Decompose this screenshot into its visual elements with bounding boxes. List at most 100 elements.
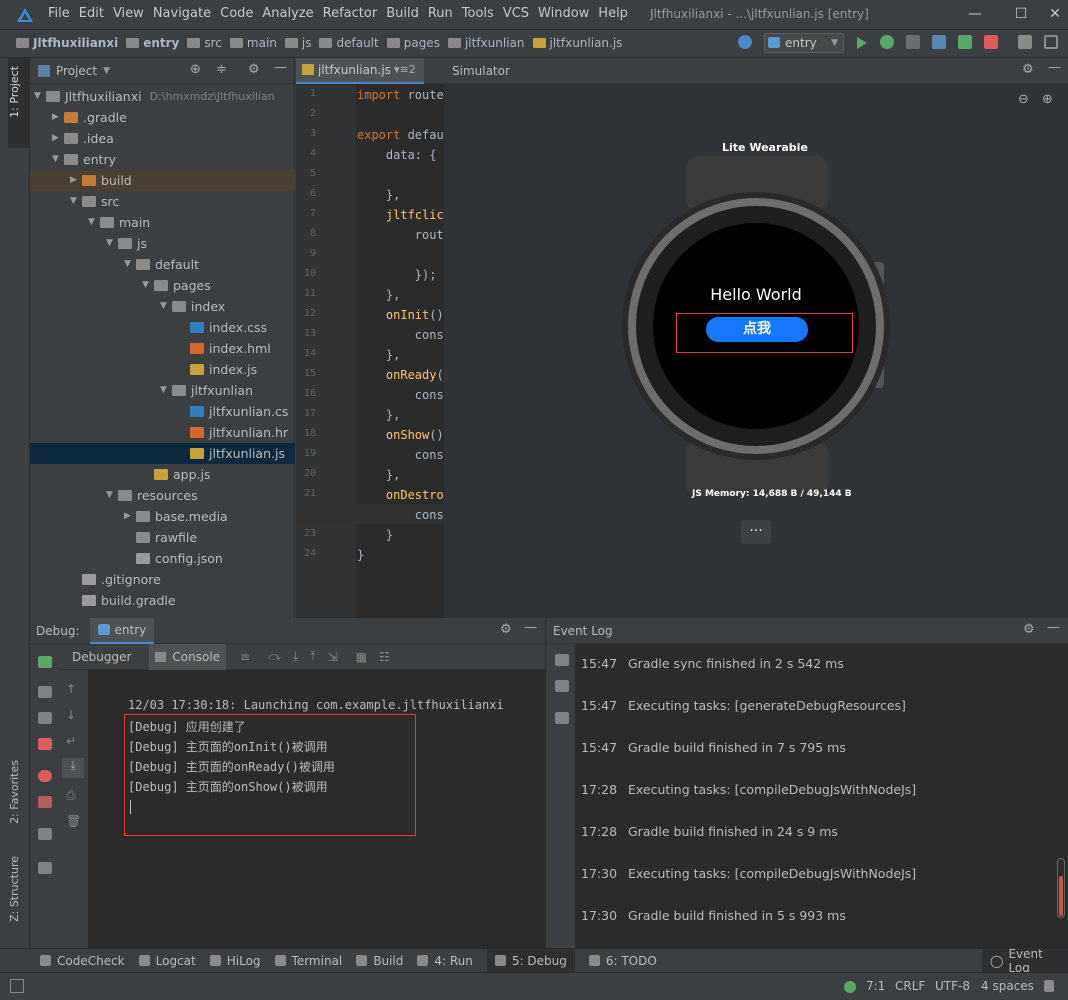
sync-icon[interactable]	[738, 35, 752, 49]
tree-item[interactable]: ▶ build	[30, 170, 295, 191]
menu-icon[interactable]: ≡	[240, 650, 250, 664]
rerun-icon[interactable]	[38, 656, 52, 668]
tree-item[interactable]: .gitignore	[30, 569, 295, 590]
chevron-down-icon[interactable]: ▼	[106, 233, 118, 254]
chevron-right-icon[interactable]: ▶	[52, 128, 64, 149]
tool-4-run[interactable]: 4: Run	[417, 954, 473, 968]
mute-breakpoints-icon[interactable]	[38, 796, 52, 808]
menu-code[interactable]: Code	[220, 6, 253, 21]
chevron-down-icon[interactable]: ▼	[52, 149, 64, 170]
line-separator[interactable]: CRLF	[895, 979, 925, 993]
chevron-down-icon[interactable]: ▼	[124, 254, 136, 275]
run-to-cursor-icon[interactable]: ⇲	[328, 650, 338, 664]
project-structure-icon[interactable]	[1018, 35, 1032, 49]
breadcrumb-item[interactable]: pages	[386, 36, 440, 50]
event-text[interactable]: Executing tasks: [compileDebugJsWithNode…	[628, 866, 916, 881]
tool-codecheck[interactable]: CodeCheck	[40, 954, 125, 968]
profile-icon[interactable]	[932, 35, 946, 49]
pause-icon[interactable]	[38, 712, 52, 724]
breadcrumb-item[interactable]: jltfxunlian.js	[532, 36, 622, 50]
tree-item[interactable]: ▼ main	[30, 212, 295, 233]
tool-6-todo[interactable]: 6: TODO	[588, 954, 657, 968]
menu-tools[interactable]: Tools	[462, 6, 494, 21]
tree-item[interactable]: jltfxunlian.hr	[30, 422, 295, 443]
event-log-content[interactable]: 15:47 Gradle sync finished in 2 s 542 ms 1…	[575, 644, 1068, 948]
tree-item[interactable]: jltfxunlian.cs	[30, 401, 295, 422]
gear-icon[interactable]: ⚙	[248, 62, 260, 77]
step-into-icon[interactable]: ⤓	[293, 649, 298, 664]
event-text[interactable]: Gradle build finished in 7 s 795 ms	[628, 740, 846, 755]
mark-all-read-icon[interactable]	[555, 654, 569, 666]
chevron-down-icon[interactable]: ▼	[160, 380, 172, 401]
tree-item[interactable]: config.json	[30, 548, 295, 569]
soft-wrap-icon[interactable]: ↵	[66, 734, 76, 748]
breadcrumb-item[interactable]: Jltfhuxilianxi	[16, 36, 118, 50]
tree-item[interactable]: index.hml	[30, 338, 295, 359]
indent-setting[interactable]: 4 spaces	[981, 979, 1034, 993]
menu-build[interactable]: Build	[386, 6, 419, 21]
scrollbar[interactable]	[1057, 858, 1065, 918]
lock-icon[interactable]	[1044, 980, 1054, 992]
layout-icon[interactable]	[1044, 35, 1058, 49]
breadcrumb-item[interactable]: src	[187, 36, 222, 50]
maximize-icon[interactable]: ☐	[1012, 6, 1030, 24]
event-text[interactable]: Executing tasks: [compileDebugJsWithNode…	[628, 782, 916, 797]
pin-icon[interactable]	[38, 862, 52, 874]
menu-window[interactable]: Window	[538, 6, 589, 21]
evaluate-icon[interactable]: ▦	[356, 650, 367, 664]
code-area[interactable]: import router export defau data: { }, jlt…	[296, 84, 444, 618]
project-panel-title[interactable]: Project	[56, 64, 97, 78]
trash-icon[interactable]	[555, 680, 569, 692]
tree-item[interactable]: ▶ base.media	[30, 506, 295, 527]
tool-5-debug[interactable]: 5: Debug	[486, 948, 575, 973]
run-icon[interactable]	[856, 36, 868, 50]
tree-item[interactable]: rawfile	[30, 527, 295, 548]
breadcrumb-item[interactable]: js	[284, 36, 311, 50]
step-over-icon[interactable]: ⤼	[268, 649, 281, 664]
chevron-down-icon[interactable]: ▼	[88, 212, 100, 233]
more-options-button[interactable]: ···	[741, 520, 771, 544]
up-icon[interactable]: ↑	[66, 682, 76, 696]
hide-panel-icon[interactable]: —	[274, 60, 287, 75]
menu-file[interactable]: File	[48, 6, 70, 21]
tree-item[interactable]: ▼ js	[30, 233, 295, 254]
tree-item[interactable]: ▶ .idea	[30, 128, 295, 149]
menu-run[interactable]: Run	[428, 6, 453, 21]
tab-overflow-icon[interactable]: ▾≡2	[394, 63, 416, 76]
tab-debugger[interactable]: Debugger	[72, 650, 131, 664]
menu-edit[interactable]: Edit	[79, 6, 104, 21]
tool-build[interactable]: Build	[356, 954, 403, 968]
breadcrumb-item[interactable]: main	[229, 36, 277, 50]
chevron-right-icon[interactable]: ▶	[70, 170, 82, 191]
down-icon[interactable]: ↓	[66, 708, 76, 722]
collapse-all-icon[interactable]: ≑	[216, 62, 227, 77]
tree-item[interactable]: build.gradle	[30, 590, 295, 611]
menu-navigate[interactable]: Navigate	[153, 6, 211, 21]
breadcrumb-item[interactable]: entry	[126, 36, 179, 50]
zoom-in-icon[interactable]: ⊕	[1042, 92, 1053, 107]
gear-icon[interactable]: ⚙	[500, 622, 512, 637]
tree-item[interactable]: app.js	[30, 464, 295, 485]
breakpoints-icon[interactable]	[38, 770, 52, 782]
menu-analyze[interactable]: Analyze	[262, 6, 313, 21]
tool-hilog[interactable]: HiLog	[209, 954, 261, 968]
menu-help[interactable]: Help	[598, 6, 628, 21]
hide-panel-icon[interactable]: —	[1048, 60, 1061, 75]
tree-item[interactable]: ▼ Jltfhuxilianxi D:\hmxmdz\Jltfhuxilian	[30, 86, 295, 107]
menu-refactor[interactable]: Refactor	[323, 6, 378, 21]
event-text[interactable]: Gradle build finished in 5 s 993 ms	[628, 908, 846, 923]
tree-item[interactable]: ▼ index	[30, 296, 295, 317]
gear-icon[interactable]	[38, 828, 52, 840]
minimize-icon[interactable]: —	[966, 6, 984, 24]
tool-structure[interactable]: Z: Structure	[8, 856, 21, 922]
tree-item[interactable]: ▼ src	[30, 191, 295, 212]
file-encoding[interactable]: UTF-8	[935, 979, 970, 993]
chevron-down-icon[interactable]: ▼	[160, 296, 172, 317]
gear-icon[interactable]: ⚙	[1022, 62, 1034, 77]
chevron-down-icon[interactable]: ▼	[34, 86, 46, 107]
zoom-out-icon[interactable]: ⊖	[1018, 92, 1029, 107]
tree-item[interactable]: ▼ jltfxunlian	[30, 380, 295, 401]
hide-panel-icon[interactable]: —	[524, 620, 537, 635]
chevron-down-icon[interactable]: ▼	[106, 485, 118, 506]
tree-item[interactable]: ▼ pages	[30, 275, 295, 296]
